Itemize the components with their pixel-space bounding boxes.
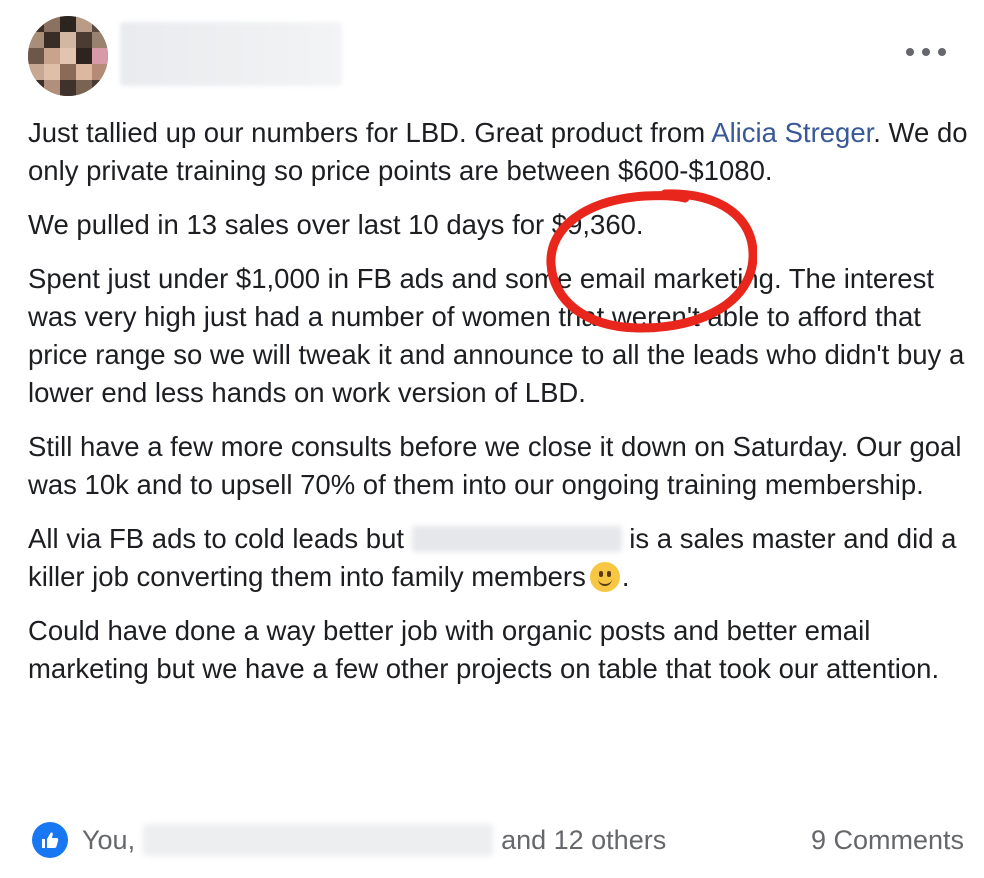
mention-link[interactable]: Alicia Streger xyxy=(711,117,873,148)
redacted-name xyxy=(411,526,622,552)
others-label: and 12 others xyxy=(501,824,667,855)
author-name-redacted[interactable] xyxy=(120,22,342,86)
redacted-reactor-names xyxy=(143,824,494,856)
more-options-button[interactable] xyxy=(906,40,946,64)
thumbs-up-icon xyxy=(32,822,68,858)
post-paragraph: Could have done a way better job with or… xyxy=(28,615,940,684)
post-body: Just tallied up our numbers for LBD. Gre… xyxy=(28,114,968,704)
reactions-bar: You, and 12 others 9 Comments xyxy=(32,820,964,860)
post-paragraph: All via FB ads to cold leads but is a sa… xyxy=(28,520,968,596)
para5-text: All via FB ads to cold leads but xyxy=(28,523,412,554)
para1-text: Just tallied up our numbers for LBD. Gre… xyxy=(28,117,712,148)
post-paragraph: Spent just under $1,000 in FB ads and so… xyxy=(28,263,965,408)
comments-count-link[interactable]: 9 Comments xyxy=(811,825,964,856)
more-horizontal-icon xyxy=(922,48,930,56)
post-paragraph: Just tallied up our numbers for LBD. Gre… xyxy=(28,114,968,190)
you-label: You, xyxy=(82,824,136,855)
para5-period: . xyxy=(621,561,630,592)
more-horizontal-icon xyxy=(938,48,946,56)
facebook-post: Just tallied up our numbers for LBD. Gre… xyxy=(0,0,984,878)
avatar[interactable] xyxy=(28,16,108,96)
post-paragraph: We pulled in 13 sales over last 10 days … xyxy=(28,209,644,240)
post-paragraph: Still have a few more consults before we… xyxy=(28,431,962,500)
slightly-smiling-face-icon xyxy=(589,562,620,592)
more-horizontal-icon xyxy=(906,48,914,56)
reactions-summary[interactable]: You, and 12 others xyxy=(32,822,666,858)
